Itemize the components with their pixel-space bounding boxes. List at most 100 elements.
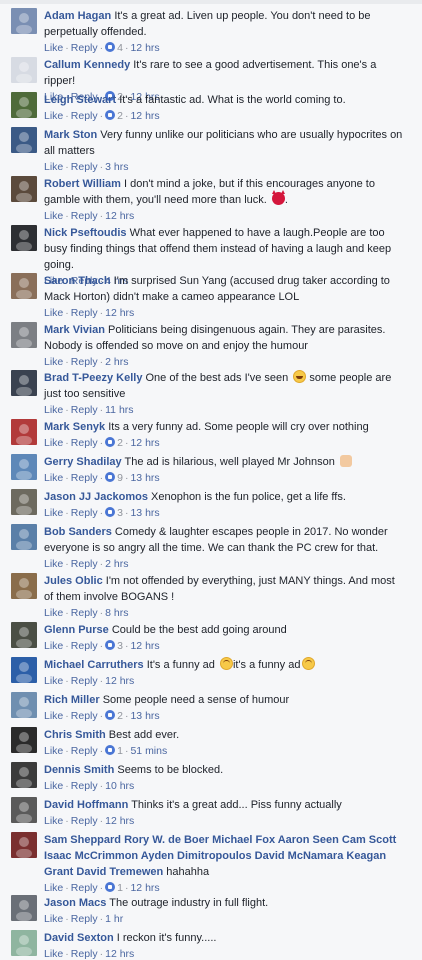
commenter-name-link[interactable]: Brad T-Peezy Kelly xyxy=(44,372,142,384)
like-reaction-icon[interactable] xyxy=(105,710,116,720)
reply-link[interactable]: Reply xyxy=(71,745,98,757)
like-reaction-icon[interactable] xyxy=(105,640,116,650)
reply-link[interactable]: Reply xyxy=(71,307,98,319)
commenter-name-link[interactable]: Bob Sanders xyxy=(44,526,112,538)
avatar[interactable] xyxy=(11,727,37,753)
comment-timestamp[interactable]: 1 hr xyxy=(105,913,123,925)
like-link[interactable]: Like xyxy=(44,815,63,827)
commenter-name-link[interactable]: Saron Thach xyxy=(44,275,111,287)
reaction-count[interactable]: 9 xyxy=(117,472,123,484)
reply-link[interactable]: Reply xyxy=(71,882,98,894)
reply-link[interactable]: Reply xyxy=(71,110,98,122)
commenter-name-link[interactable]: Dennis Smith xyxy=(44,764,114,776)
like-link[interactable]: Like xyxy=(44,882,63,894)
reply-link[interactable]: Reply xyxy=(71,780,98,792)
reply-link[interactable]: Reply xyxy=(71,42,98,54)
commenter-name-link[interactable]: Jason JJ Jackomos xyxy=(44,491,148,503)
like-link[interactable]: Like xyxy=(44,404,63,416)
like-link[interactable]: Like xyxy=(44,210,63,222)
like-reaction-icon[interactable] xyxy=(105,110,116,120)
comment-timestamp[interactable]: 51 mins xyxy=(130,745,167,757)
avatar[interactable] xyxy=(11,692,37,718)
reaction-count[interactable]: 2 xyxy=(117,437,123,449)
like-link[interactable]: Like xyxy=(44,913,63,925)
avatar[interactable] xyxy=(11,322,37,348)
avatar[interactable] xyxy=(11,176,37,202)
comment-timestamp[interactable]: 2 hrs xyxy=(105,356,128,368)
avatar[interactable] xyxy=(11,489,37,515)
commenter-name-link[interactable]: Rich Miller xyxy=(44,694,100,706)
reply-link[interactable]: Reply xyxy=(71,210,98,222)
commenter-name-link[interactable]: Jules Oblic xyxy=(44,575,103,587)
reply-link[interactable]: Reply xyxy=(71,710,98,722)
comment-timestamp[interactable]: 12 hrs xyxy=(130,110,159,122)
commenter-name-link[interactable]: Mark Senyk xyxy=(44,421,105,433)
avatar[interactable] xyxy=(11,797,37,823)
commenter-name-link[interactable]: Mark Ston xyxy=(44,129,97,141)
comment-timestamp[interactable]: 12 hrs xyxy=(105,307,134,319)
avatar[interactable] xyxy=(11,273,37,299)
like-reaction-icon[interactable] xyxy=(105,42,116,52)
comment-timestamp[interactable]: 12 hrs xyxy=(105,948,134,960)
reply-link[interactable]: Reply xyxy=(71,356,98,368)
like-reaction-icon[interactable] xyxy=(105,437,116,447)
avatar[interactable] xyxy=(11,419,37,445)
like-reaction-icon[interactable] xyxy=(105,882,116,892)
like-link[interactable]: Like xyxy=(44,558,63,570)
commenter-name-link[interactable]: David Sexton xyxy=(44,932,114,944)
comment-timestamp[interactable]: 11 hrs xyxy=(105,404,133,416)
reply-link[interactable]: Reply xyxy=(71,948,98,960)
avatar[interactable] xyxy=(11,895,37,921)
reaction-count[interactable]: 2 xyxy=(117,710,123,722)
comment-timestamp[interactable]: 8 hrs xyxy=(105,607,128,619)
avatar[interactable] xyxy=(11,762,37,788)
comment-timestamp[interactable]: 13 hrs xyxy=(130,472,159,484)
avatar[interactable] xyxy=(11,454,37,480)
avatar[interactable] xyxy=(11,370,37,396)
avatar[interactable] xyxy=(11,573,37,599)
commenter-name-link[interactable]: Mark Vivian xyxy=(44,324,105,336)
comment-timestamp[interactable]: 12 hrs xyxy=(130,640,159,652)
reply-link[interactable]: Reply xyxy=(71,913,98,925)
comment-timestamp[interactable]: 12 hrs xyxy=(130,437,159,449)
commenter-name-link[interactable]: Chris Smith xyxy=(44,729,106,741)
reply-link[interactable]: Reply xyxy=(71,640,98,652)
avatar[interactable] xyxy=(11,832,37,858)
avatar[interactable] xyxy=(11,225,37,251)
like-link[interactable]: Like xyxy=(44,948,63,960)
commenter-name-link[interactable]: Callum Kennedy xyxy=(44,59,130,71)
reaction-count[interactable]: 4 xyxy=(117,42,123,54)
avatar[interactable] xyxy=(11,930,37,956)
avatar[interactable] xyxy=(11,57,37,83)
commenter-name-link[interactable]: Leigh Stewart xyxy=(44,94,116,106)
avatar[interactable] xyxy=(11,657,37,683)
reply-link[interactable]: Reply xyxy=(71,472,98,484)
comment-timestamp[interactable]: 2 hrs xyxy=(105,558,128,570)
reply-link[interactable]: Reply xyxy=(71,437,98,449)
commenter-name-link[interactable]: Robert William xyxy=(44,178,121,190)
like-reaction-icon[interactable] xyxy=(105,507,116,517)
comment-timestamp[interactable]: 13 hrs xyxy=(130,507,159,519)
avatar[interactable] xyxy=(11,622,37,648)
like-link[interactable]: Like xyxy=(44,607,63,619)
like-link[interactable]: Like xyxy=(44,507,63,519)
comment-timestamp[interactable]: 10 hrs xyxy=(105,780,134,792)
commenter-name-link[interactable]: Glenn Purse xyxy=(44,624,109,636)
avatar[interactable] xyxy=(11,92,37,118)
like-reaction-icon[interactable] xyxy=(105,472,116,482)
like-link[interactable]: Like xyxy=(44,745,63,757)
reply-link[interactable]: Reply xyxy=(71,507,98,519)
avatar[interactable] xyxy=(11,8,37,34)
like-link[interactable]: Like xyxy=(44,356,63,368)
commenter-name-link[interactable]: Nick Pseftoudis xyxy=(44,227,127,239)
like-link[interactable]: Like xyxy=(44,780,63,792)
like-link[interactable]: Like xyxy=(44,472,63,484)
reaction-count[interactable]: 3 xyxy=(117,640,123,652)
like-link[interactable]: Like xyxy=(44,161,63,173)
comment-timestamp[interactable]: 12 hrs xyxy=(105,815,134,827)
like-link[interactable]: Like xyxy=(44,640,63,652)
reaction-count[interactable]: 1 xyxy=(117,745,123,757)
comment-timestamp[interactable]: 3 hrs xyxy=(105,161,128,173)
commenter-name-link[interactable]: Sam Sheppard xyxy=(44,834,121,846)
like-link[interactable]: Like xyxy=(44,437,63,449)
